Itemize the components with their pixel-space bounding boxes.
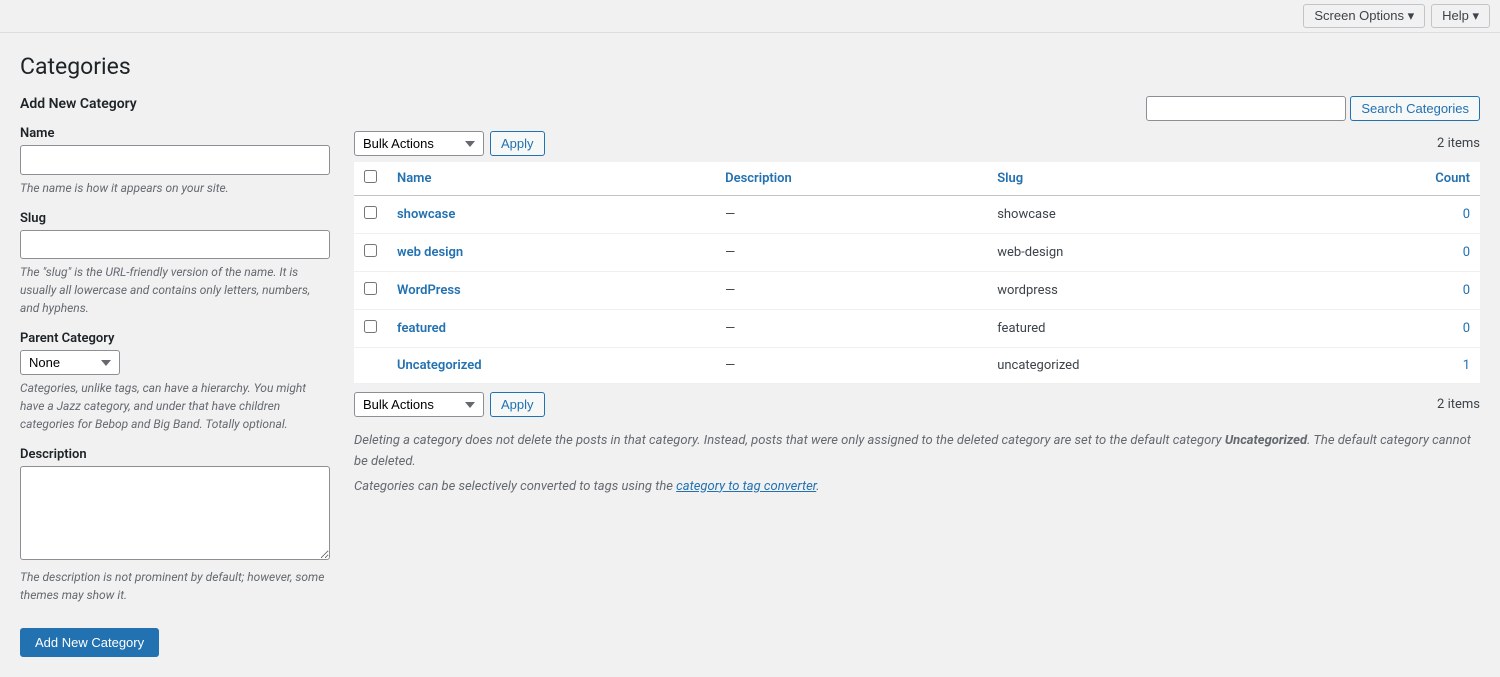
table-row: WordPress — wordpress 0: [354, 272, 1480, 310]
select-all-header: [354, 162, 387, 196]
search-input[interactable]: [1146, 96, 1346, 121]
name-label: Name: [20, 126, 330, 141]
parent-select[interactable]: None: [20, 350, 120, 375]
category-name-link-4[interactable]: Uncategorized: [397, 358, 482, 373]
page-title: Categories: [20, 53, 1480, 80]
footer-note-3: Categories can be selectively converted …: [354, 479, 676, 494]
bottom-apply-button[interactable]: Apply: [490, 392, 545, 417]
bottom-bulk-bar: Bulk Actions Apply 2 items: [354, 392, 1480, 417]
category-name-link-3[interactable]: featured: [397, 321, 446, 336]
description-label: Description: [20, 447, 330, 462]
footer-notes: Deleting a category does not delete the …: [354, 431, 1480, 497]
description-hint: The description is not prominent by defa…: [20, 568, 330, 604]
slug-field-row: Slug The "slug" is the URL-friendly vers…: [20, 211, 330, 318]
top-apply-button[interactable]: Apply: [490, 131, 545, 156]
row-checkbox-cell: [354, 348, 387, 384]
table-row: showcase — showcase 0: [354, 196, 1480, 234]
row-description-cell: —: [715, 348, 987, 384]
table-row: featured — featured 0: [354, 310, 1480, 348]
name-input[interactable]: [20, 145, 330, 175]
slug-hint: The "slug" is the URL-friendly version o…: [20, 263, 330, 317]
table-row: web design — web-design 0: [354, 234, 1480, 272]
help-button[interactable]: Help ▾: [1431, 4, 1490, 28]
slug-label: Slug: [20, 211, 330, 226]
row-count-link-4[interactable]: 1: [1463, 358, 1470, 373]
category-name-link-2[interactable]: WordPress: [397, 283, 461, 298]
row-checkbox-1[interactable]: [364, 244, 377, 257]
row-slug-cell: wordpress: [987, 272, 1308, 310]
footer-note-uncategorized: Uncategorized: [1225, 433, 1307, 448]
add-new-section-title: Add New Category: [20, 96, 330, 112]
items-count-bottom: 2 items: [1437, 397, 1480, 412]
row-count-cell: 0: [1308, 196, 1480, 234]
parent-label: Parent Category: [20, 331, 330, 346]
row-name-cell: showcase: [387, 196, 715, 234]
row-checkbox-cell: [354, 234, 387, 272]
category-name-link-1[interactable]: web design: [397, 245, 463, 260]
category-tag-converter-link[interactable]: category to tag converter: [676, 479, 816, 494]
row-count-cell: 0: [1308, 234, 1480, 272]
row-count-cell: 0: [1308, 310, 1480, 348]
column-header-name[interactable]: Name: [387, 162, 715, 196]
row-description-cell: —: [715, 272, 987, 310]
footer-note-4: .: [816, 479, 819, 494]
top-bulk-bar: Bulk Actions Apply 2 items: [354, 131, 1480, 156]
row-name-cell: Uncategorized: [387, 348, 715, 384]
row-checkbox-3[interactable]: [364, 320, 377, 333]
row-slug-cell: showcase: [987, 196, 1308, 234]
row-slug-cell: uncategorized: [987, 348, 1308, 384]
row-name-cell: featured: [387, 310, 715, 348]
description-field-row: Description The description is not promi…: [20, 447, 330, 604]
bottom-bulk-actions-select[interactable]: Bulk Actions: [354, 392, 484, 417]
slug-input[interactable]: [20, 230, 330, 260]
row-slug-cell: featured: [987, 310, 1308, 348]
row-count-link-3[interactable]: 0: [1463, 321, 1470, 336]
items-count-top: 2 items: [1437, 136, 1480, 151]
column-header-count[interactable]: Count: [1308, 162, 1480, 196]
row-count-cell: 1: [1308, 348, 1480, 384]
search-bar: Search Categories: [354, 96, 1480, 121]
row-name-cell: web design: [387, 234, 715, 272]
row-description-cell: —: [715, 310, 987, 348]
column-header-description: Description: [715, 162, 987, 196]
row-checkbox-cell: [354, 272, 387, 310]
category-name-link-0[interactable]: showcase: [397, 207, 455, 222]
row-checkbox-2[interactable]: [364, 282, 377, 295]
parent-hint: Categories, unlike tags, can have a hier…: [20, 379, 330, 433]
add-new-category-button[interactable]: Add New Category: [20, 628, 159, 657]
row-checkbox-cell: [354, 196, 387, 234]
row-description-cell: —: [715, 234, 987, 272]
column-header-slug[interactable]: Slug: [987, 162, 1308, 196]
search-categories-button[interactable]: Search Categories: [1350, 96, 1480, 121]
row-description-cell: —: [715, 196, 987, 234]
screen-options-button[interactable]: Screen Options ▾: [1303, 4, 1425, 28]
top-bulk-actions-select[interactable]: Bulk Actions: [354, 131, 484, 156]
row-name-cell: WordPress: [387, 272, 715, 310]
description-textarea[interactable]: [20, 466, 330, 560]
table-row: Uncategorized — uncategorized 1: [354, 348, 1480, 384]
add-category-panel: Add New Category Name The name is how it…: [20, 96, 330, 657]
categories-table: Name Description Slug Count showcase — s…: [354, 162, 1480, 384]
category-table-panel: Search Categories Bulk Actions Apply 2 i…: [354, 96, 1480, 657]
row-checkbox-0[interactable]: [364, 206, 377, 219]
name-field-row: Name The name is how it appears on your …: [20, 126, 330, 197]
row-slug-cell: web-design: [987, 234, 1308, 272]
row-checkbox-cell: [354, 310, 387, 348]
footer-note-1: Deleting a category does not delete the …: [354, 433, 1225, 448]
row-count-cell: 0: [1308, 272, 1480, 310]
select-all-checkbox[interactable]: [364, 170, 377, 183]
row-count-link-2[interactable]: 0: [1463, 283, 1470, 298]
row-count-link-0[interactable]: 0: [1463, 207, 1470, 222]
row-count-link-1[interactable]: 0: [1463, 245, 1470, 260]
name-hint: The name is how it appears on your site.: [20, 179, 330, 197]
parent-category-row: Parent Category None Categories, unlike …: [20, 331, 330, 433]
